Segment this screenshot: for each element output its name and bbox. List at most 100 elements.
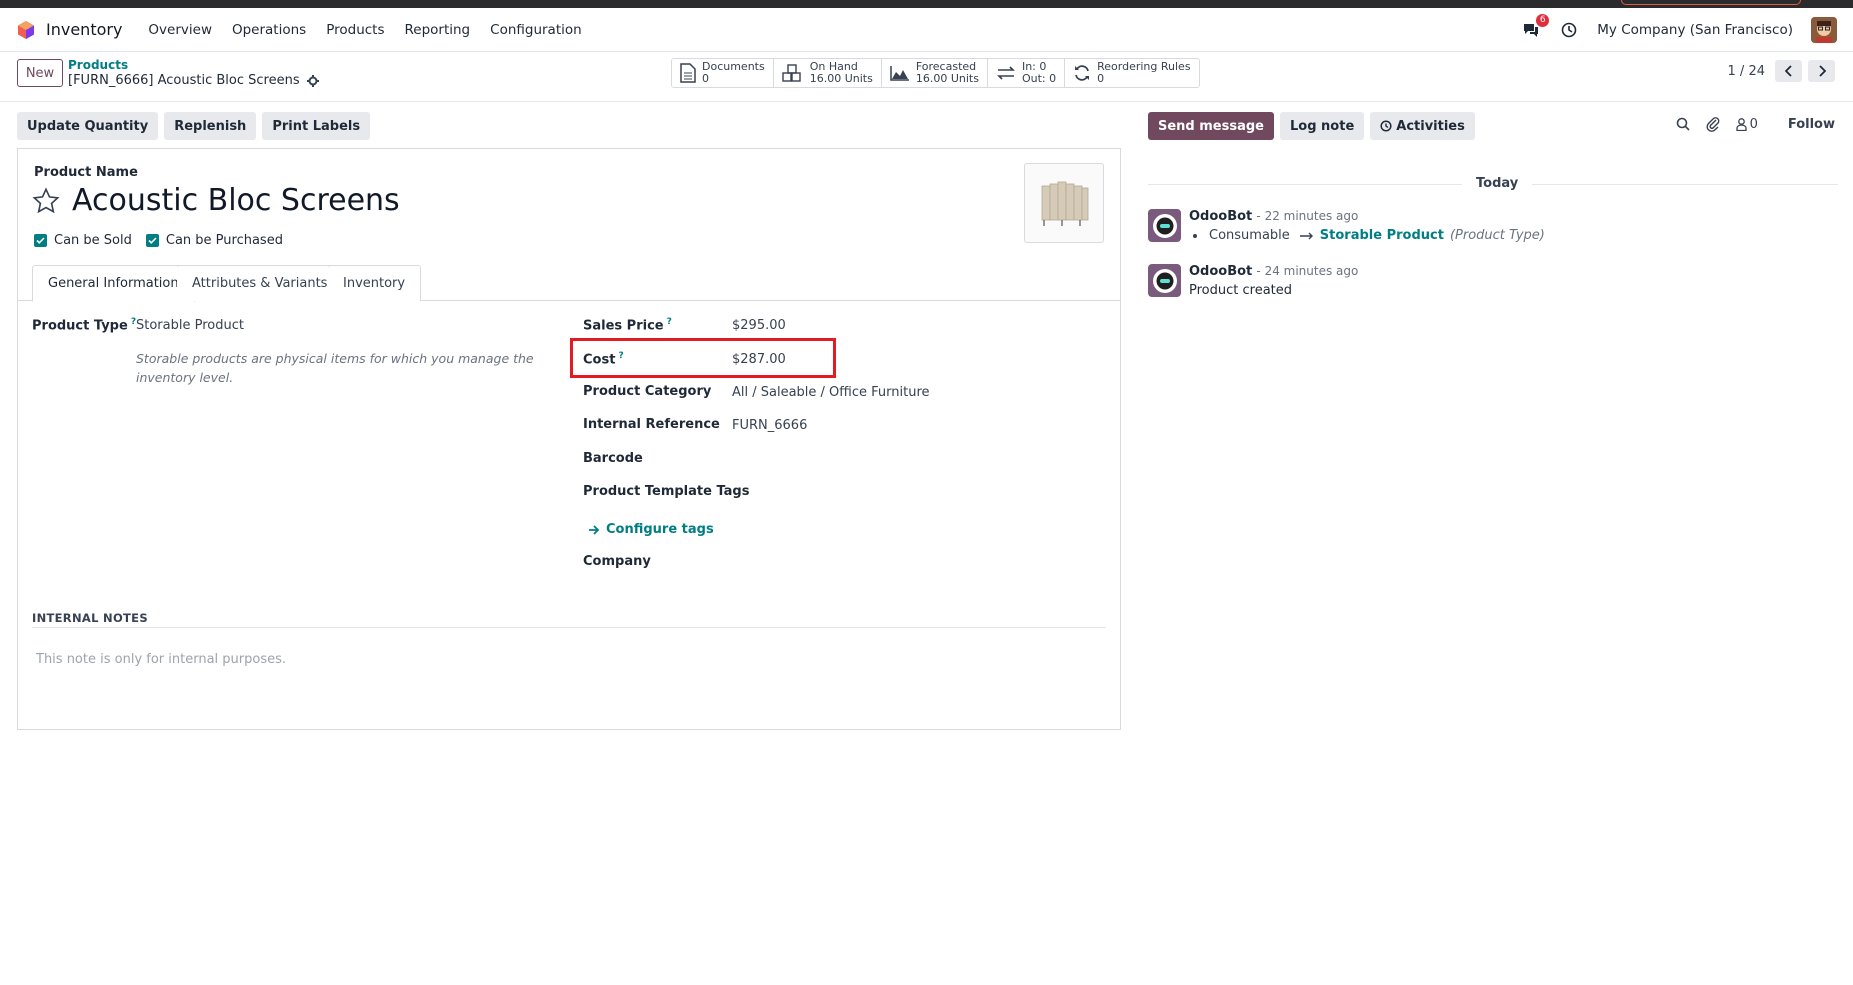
menu-reporting[interactable]: Reporting xyxy=(405,22,471,38)
app-name[interactable]: Inventory xyxy=(46,20,122,39)
internal-notes-editor[interactable]: This note is only for internal purposes. xyxy=(36,652,286,667)
product-title-row: Acoustic Bloc Screens xyxy=(32,183,400,218)
product-type-select[interactable]: Storable Product xyxy=(136,318,244,333)
chevron-left-icon xyxy=(1784,65,1792,77)
odoobot-avatar[interactable] xyxy=(1148,209,1181,242)
pager-value[interactable]: 1 / 24 xyxy=(1728,64,1765,79)
can-be-purchased-checkbox[interactable]: Can be Purchased xyxy=(145,233,283,248)
menu-configuration[interactable]: Configuration xyxy=(490,22,582,38)
update-quantity-button[interactable]: Update Quantity xyxy=(17,112,159,140)
log-note-button[interactable]: Log note xyxy=(1280,112,1365,140)
control-panel: New Products [FURN_6666] Acoustic Bloc S… xyxy=(0,52,1853,102)
smart-button-documents[interactable]: Documents 0 xyxy=(672,59,774,87)
bullet-point xyxy=(1193,233,1197,238)
forecasted-value: 16.00 Units xyxy=(915,72,979,85)
checkbox-checked-icon[interactable] xyxy=(145,234,159,247)
message-time: - 24 minutes ago xyxy=(1256,264,1359,278)
search-icon[interactable] xyxy=(1676,117,1690,131)
product-category-label: Product Category xyxy=(583,384,712,399)
tab-inventory[interactable]: Inventory xyxy=(328,265,422,301)
messages-icon[interactable]: 6 xyxy=(1521,13,1550,40)
tab-general-information[interactable]: General Information xyxy=(32,265,195,302)
odoobot-avatar[interactable] xyxy=(1148,264,1181,297)
internal-notes-title: INTERNAL NOTES xyxy=(32,611,148,625)
product-image[interactable] xyxy=(1024,163,1104,243)
long-arrow-right-icon xyxy=(1299,232,1313,239)
form-action-buttons: Update Quantity Replenish Print Labels xyxy=(17,112,371,140)
clock-icon xyxy=(1380,120,1392,132)
pager: 1 / 24 xyxy=(1728,60,1835,82)
separator-line-right xyxy=(1532,184,1838,185)
sale-purchase-checkboxes: Can be Sold Can be Purchased xyxy=(34,233,283,248)
send-message-button[interactable]: Send message xyxy=(1148,112,1274,140)
tracking-field-name: (Product Type) xyxy=(1449,228,1545,243)
form-tabs: General Information Attributes & Variant… xyxy=(18,265,1120,302)
message-author[interactable]: OdooBot xyxy=(1189,209,1252,224)
message-author[interactable]: OdooBot xyxy=(1189,264,1252,279)
product-category-select[interactable]: All / Saleable / Office Furniture xyxy=(732,385,930,400)
tab-attributes-variants[interactable]: Attributes & Variants xyxy=(177,265,344,301)
smart-button-reordering-rules[interactable]: Reordering Rules 0 xyxy=(1065,59,1199,87)
help-tooltip-icon[interactable]: ? xyxy=(667,317,672,327)
company-switcher[interactable]: My Company (San Francisco) xyxy=(1597,22,1793,38)
internal-reference-label: Internal Reference xyxy=(583,417,720,432)
print-labels-button[interactable]: Print Labels xyxy=(262,112,371,140)
product-tags-label: Product Template Tags xyxy=(583,484,750,499)
pager-previous-button[interactable] xyxy=(1775,60,1802,82)
breadcrumb-current-label: [FURN_6666] Acoustic Bloc Screens xyxy=(68,73,300,88)
arrow-right-icon xyxy=(589,524,600,535)
configure-tags-link[interactable]: Configure tags xyxy=(588,522,714,537)
smart-button-on-hand[interactable]: On Hand 16.00 Units xyxy=(773,59,882,87)
menu-operations[interactable]: Operations xyxy=(232,22,306,38)
company-label: Company xyxy=(583,554,651,569)
main-navbar: Inventory Overview Operations Products R… xyxy=(0,8,1853,52)
company-select[interactable] xyxy=(732,554,1102,572)
chevron-right-icon xyxy=(1818,65,1826,77)
reordering-rules-label: Reordering Rules xyxy=(1097,60,1191,73)
tracking-change: Consumable Storable Product (Product Typ… xyxy=(1189,228,1545,243)
message-body: Product created xyxy=(1189,283,1293,298)
inventory-app-icon[interactable] xyxy=(16,20,36,40)
new-button[interactable]: New xyxy=(17,59,63,87)
sales-price-input[interactable]: $295.00 xyxy=(732,318,786,333)
messages-badge: 6 xyxy=(1536,13,1550,27)
chatter-message: OdooBot - 22 minutes ago Consumable Stor… xyxy=(1148,209,1545,243)
menu-overview[interactable]: Overview xyxy=(148,22,212,38)
product-type-help-text: Storable products are physical items for… xyxy=(136,351,534,385)
internal-notes-divider xyxy=(32,627,1106,628)
smart-buttons: Documents 0 On Hand 16.00 Units Forecasted… xyxy=(671,58,1200,88)
followers-button[interactable]: 0 xyxy=(1735,117,1758,132)
browser-top-strip xyxy=(0,0,1853,8)
gear-icon[interactable] xyxy=(306,75,319,87)
replenish-button[interactable]: Replenish xyxy=(164,112,257,140)
product-tags-input[interactable] xyxy=(732,484,1102,502)
exchange-icon xyxy=(997,66,1015,80)
activities-button[interactable]: Activities xyxy=(1370,112,1475,140)
pager-next-button[interactable] xyxy=(1808,60,1835,82)
follow-button[interactable]: Follow xyxy=(1788,117,1835,132)
today-label: Today xyxy=(1476,176,1519,191)
acoustic-screen-image xyxy=(1041,181,1089,226)
on-hand-value: 16.00 Units xyxy=(809,72,873,85)
smart-button-in-out[interactable]: In: 0 Out: 0 xyxy=(987,59,1066,87)
smart-button-forecasted[interactable]: Forecasted 16.00 Units xyxy=(881,59,988,87)
breadcrumb-products-link[interactable]: Products xyxy=(68,58,319,72)
paperclip-icon[interactable] xyxy=(1706,116,1720,132)
menu-products[interactable]: Products xyxy=(326,22,384,38)
checkbox-checked-icon[interactable] xyxy=(34,234,47,247)
product-type-label: Product Type? xyxy=(32,317,137,334)
user-avatar[interactable] xyxy=(1811,16,1837,43)
barcode-input[interactable] xyxy=(732,451,1102,469)
product-name-input[interactable]: Acoustic Bloc Screens xyxy=(72,183,400,218)
favorite-star-icon[interactable] xyxy=(32,186,60,215)
clock-icon[interactable] xyxy=(1559,20,1579,40)
refresh-icon xyxy=(1075,65,1090,81)
can-be-sold-label: Can be Sold xyxy=(54,233,132,248)
internal-reference-input[interactable]: FURN_6666 xyxy=(732,418,807,433)
configure-tags-label: Configure tags xyxy=(606,522,714,537)
chatter-message: OdooBot - 24 minutes ago Product created xyxy=(1148,264,1358,298)
barcode-label: Barcode xyxy=(583,451,643,466)
can-be-sold-checkbox[interactable]: Can be Sold xyxy=(34,233,132,248)
tracking-new-value: Storable Product xyxy=(1319,228,1444,243)
can-be-purchased-label: Can be Purchased xyxy=(165,233,283,248)
